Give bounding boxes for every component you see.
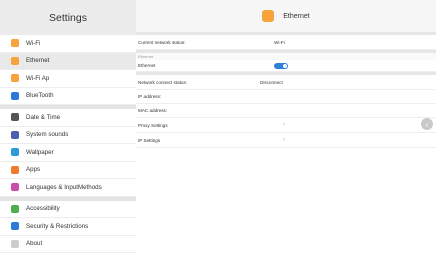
current-network-status-value: Wi-Fi bbox=[274, 40, 285, 45]
wallpaper-icon bbox=[11, 148, 19, 156]
wifi-icon bbox=[11, 39, 19, 47]
ip-settings-row[interactable]: IP Settings › bbox=[136, 133, 436, 148]
sidebar-item-security-restrictions[interactable]: Security & Restrictions bbox=[0, 218, 136, 236]
sidebar-item-system-sounds[interactable]: System sounds bbox=[0, 127, 136, 145]
sidebar-item-label: Wi-Fi bbox=[26, 40, 40, 47]
proxy-settings-label: Proxy Settings bbox=[138, 123, 168, 128]
sidebar-item-label: About bbox=[26, 240, 42, 247]
panel-title: Ethernet bbox=[283, 13, 309, 20]
ethernet-panel: Ethernet Current network status: Wi-Fi E… bbox=[136, 0, 436, 241]
sidebar-item-about[interactable]: About bbox=[0, 236, 136, 253]
bluetooth-icon bbox=[11, 92, 19, 100]
settings-sidebar: Settings Wi-Fi Ethernet Wi-Fi Ap BlueTooth D… bbox=[0, 0, 136, 241]
sidebar-group: Date & Time System sounds Wallpaper Apps Lan… bbox=[0, 109, 136, 197]
security-icon bbox=[11, 222, 19, 230]
sidebar-item-label: Security & Restrictions bbox=[26, 223, 88, 230]
sidebar-item-wi-fi-ap[interactable]: Wi-Fi Ap bbox=[0, 70, 136, 88]
sidebar-item-ethernet[interactable]: Ethernet bbox=[0, 53, 136, 71]
network-connect-status-value: Disconnect bbox=[260, 80, 283, 85]
sidebar-item-label: BlueTooth bbox=[26, 92, 54, 99]
sidebar-item-accessibility[interactable]: Accessibility bbox=[0, 201, 136, 219]
sidebar-item-label: Apps bbox=[26, 166, 40, 173]
current-network-status-label: Current network status: bbox=[138, 40, 186, 45]
current-network-status-row: Current network status: Wi-Fi bbox=[136, 35, 436, 50]
sidebar-item-label: Ethernet bbox=[26, 57, 49, 64]
sidebar-menu: Wi-Fi Ethernet Wi-Fi Ap BlueTooth Date & Tim… bbox=[0, 35, 136, 253]
clock-icon bbox=[11, 113, 19, 121]
ethernet-toggle-row[interactable]: Ethernet bbox=[136, 60, 436, 72]
network-connect-status-label: Network connect status: bbox=[138, 80, 187, 85]
sidebar-group: Accessibility Security & Restrictions Abou… bbox=[0, 201, 136, 253]
back-icon[interactable]: ‹ bbox=[421, 118, 433, 130]
sidebar-item-label: Wi-Fi Ap bbox=[26, 75, 49, 82]
sidebar-item-bluetooth[interactable]: BlueTooth bbox=[0, 88, 136, 106]
toggle-knob bbox=[283, 64, 287, 68]
sidebar-item-label: Languages & InputMethods bbox=[26, 184, 102, 191]
sidebar-item-languages-inputmethods[interactable]: Languages & InputMethods bbox=[0, 179, 136, 197]
sidebar-title: Settings bbox=[0, 0, 136, 35]
sidebar-item-label: System sounds bbox=[26, 131, 68, 138]
ethernet-icon bbox=[262, 10, 274, 22]
sidebar-item-label: Accessibility bbox=[26, 205, 60, 212]
panel-header: Ethernet bbox=[136, 0, 436, 35]
ethernet-icon bbox=[11, 57, 19, 65]
sidebar-item-date-time[interactable]: Date & Time bbox=[0, 109, 136, 127]
language-icon bbox=[11, 183, 19, 191]
sidebar-item-apps[interactable]: Apps bbox=[0, 162, 136, 180]
ip-address-row: IP address: bbox=[136, 90, 436, 104]
sidebar-item-wallpaper[interactable]: Wallpaper bbox=[0, 144, 136, 162]
speaker-icon bbox=[11, 131, 19, 139]
mac-address-label: MAC address: bbox=[138, 108, 167, 113]
accessibility-icon bbox=[11, 205, 19, 213]
ip-address-label: IP address: bbox=[138, 94, 161, 99]
chevron-right-icon: › bbox=[283, 122, 285, 128]
network-connect-status-row: Network connect status: Disconnect bbox=[136, 75, 436, 90]
chevron-right-icon: › bbox=[283, 137, 285, 143]
apps-icon bbox=[11, 166, 19, 174]
ethernet-toggle-switch[interactable] bbox=[274, 63, 288, 69]
ethernet-toggle-label: Ethernet bbox=[138, 63, 155, 68]
sidebar-item-label: Wallpaper bbox=[26, 149, 54, 156]
hotspot-icon bbox=[11, 74, 19, 82]
section-header-ethernet: Ethernet bbox=[136, 53, 436, 60]
sidebar-group: Wi-Fi Ethernet Wi-Fi Ap BlueTooth bbox=[0, 35, 136, 105]
sidebar-item-label: Date & Time bbox=[26, 114, 60, 121]
ip-settings-label: IP Settings bbox=[138, 138, 160, 143]
sidebar-item-wi-fi[interactable]: Wi-Fi bbox=[0, 35, 136, 53]
proxy-settings-row[interactable]: Proxy Settings › bbox=[136, 118, 436, 133]
mac-address-row: MAC address: bbox=[136, 104, 436, 118]
